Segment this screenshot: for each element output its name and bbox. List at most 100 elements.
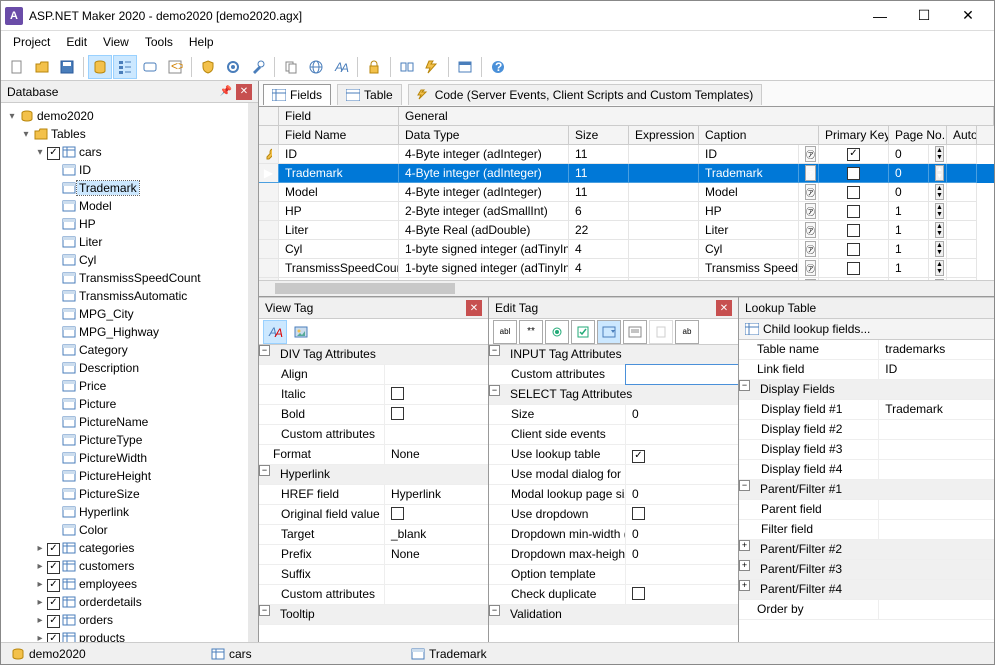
dropdown-checkbox[interactable] [632,507,645,520]
child-lookup-link[interactable]: Child lookup fields... [739,319,994,340]
status-field[interactable]: Trademark [401,647,601,661]
panel-close-icon[interactable]: ✕ [236,84,252,100]
lookup-checkbox[interactable] [632,450,645,463]
tree-table[interactable]: ▸orderdetails [5,593,248,611]
tree-field[interactable]: Description [5,359,248,377]
translate-icon[interactable]: ㋐ [805,146,816,162]
menu-help[interactable]: Help [181,33,222,51]
tree-icon[interactable] [113,55,137,79]
menu-view[interactable]: View [95,33,137,51]
tree-field[interactable]: HP [5,215,248,233]
html-icon[interactable]: <> [163,55,187,79]
tools-icon[interactable] [246,55,270,79]
col-expression[interactable]: Expression [629,126,699,144]
tree-field[interactable]: PictureType [5,431,248,449]
tab-table[interactable]: Table [337,84,402,105]
translate-icon[interactable]: ㋐ [805,203,816,219]
col-pk[interactable]: Primary Key [819,126,889,144]
col-fieldname[interactable]: Field Name [279,126,399,144]
col-datatype[interactable]: Data Type [399,126,569,144]
image-icon[interactable] [289,320,313,344]
pin-icon[interactable]: 📌 [218,84,234,100]
pk-checkbox[interactable] [847,148,860,161]
sync-icon[interactable] [395,55,419,79]
grid-row[interactable]: Model4-Byte integer (adInteger)11Model㋐0… [259,183,994,202]
format-icon[interactable]: AA [263,320,287,344]
col-caption[interactable]: Caption [699,126,819,144]
tree-field[interactable]: Color [5,521,248,539]
tree-field[interactable]: Liter [5,233,248,251]
new-icon[interactable] [5,55,29,79]
pk-checkbox[interactable] [847,205,860,218]
text-input-icon[interactable]: abl [493,320,517,344]
page-spinner[interactable]: ▲▼ [935,241,944,257]
save-icon[interactable] [55,55,79,79]
translate-icon[interactable]: ㋐ [805,184,816,200]
tree-field[interactable]: MPG_City [5,305,248,323]
database-tree[interactable]: ▾demo2020 ▾Tables ▾cars IDTrademarkModel… [1,103,258,642]
translate-icon[interactable]: ㋐ [805,241,816,257]
tree-root[interactable]: demo2020 [35,109,96,123]
col-pageno[interactable]: Page No. [889,126,947,144]
file-icon[interactable] [649,320,673,344]
tree-field[interactable]: Cyl [5,251,248,269]
col-size[interactable]: Size [569,126,629,144]
grid-row[interactable]: ID4-Byte integer (adInteger)11ID㋐0▲▼ [259,145,994,164]
open-icon[interactable] [30,55,54,79]
page-spinner[interactable]: ▲▼ [935,203,944,219]
edittag-grid[interactable]: −INPUT Tag Attributes Custom attributes … [489,345,738,642]
tab-fields[interactable]: Fields [263,84,331,105]
maximize-button[interactable]: ☐ [902,2,946,30]
tree-field[interactable]: PictureWidth [5,449,248,467]
translate-icon[interactable]: ㋐ [805,222,816,238]
lock-icon[interactable] [362,55,386,79]
tree-cars[interactable]: cars [77,145,104,159]
generate-icon[interactable] [420,55,444,79]
tree-field[interactable]: Hyperlink [5,503,248,521]
pk-checkbox[interactable] [847,262,860,275]
php-icon[interactable] [138,55,162,79]
page-spinner[interactable]: ▲▼ [935,222,944,238]
orig-checkbox[interactable] [391,507,404,520]
viewtag-grid[interactable]: −DIV Tag Attributes Align Italic Bold Cu… [259,345,488,642]
grid-row[interactable]: TransmissSpeedCount1-byte signed integer… [259,259,994,278]
status-project[interactable]: demo2020 [1,647,201,661]
browse-icon[interactable] [453,55,477,79]
tree-tables[interactable]: Tables [49,127,88,141]
edittag-close-icon[interactable]: ✕ [716,300,732,316]
pk-checkbox[interactable] [847,186,860,199]
tree-table[interactable]: ▸employees [5,575,248,593]
status-table[interactable]: cars [201,647,401,661]
security-icon[interactable] [196,55,220,79]
lookup-grid[interactable]: Table nametrademarks Link fieldID −Displ… [739,340,994,642]
dup-checkbox[interactable] [632,587,645,600]
database-icon[interactable] [88,55,112,79]
tree-field[interactable]: Model [5,197,248,215]
select-icon[interactable] [597,320,621,344]
tree-field[interactable]: ID [5,161,248,179]
checkbox-icon[interactable] [571,320,595,344]
font-icon[interactable]: AA [329,55,353,79]
textarea-icon[interactable] [623,320,647,344]
copy-icon[interactable] [279,55,303,79]
tree-field[interactable]: Trademark [5,179,248,197]
menu-tools[interactable]: Tools [137,33,181,51]
menu-edit[interactable]: Edit [58,33,95,51]
password-icon[interactable]: ** [519,320,543,344]
table-checkbox[interactable] [47,147,60,160]
grid-row[interactable]: HP2-Byte integer (adSmallInt)6HP㋐1▲▼ [259,202,994,221]
grid-row[interactable]: Cyl1-byte signed integer (adTinyInt)4Cyl… [259,240,994,259]
tree-table[interactable]: ▸categories [5,539,248,557]
bold-checkbox[interactable] [391,407,404,420]
tree-field[interactable]: Price [5,377,248,395]
gear-icon[interactable] [221,55,245,79]
hidden-icon[interactable]: ab [675,320,699,344]
page-spinner[interactable]: ▲▼ [935,184,944,200]
grid-row[interactable]: ▶Trademark4-Byte integer (adInteger)11Tr… [259,164,994,183]
pk-checkbox[interactable] [847,243,860,256]
page-spinner[interactable]: ▲▼ [935,260,944,276]
minimize-button[interactable]: — [858,2,902,30]
col-auto[interactable]: Auto [947,126,977,144]
tree-field[interactable]: Category [5,341,248,359]
tree-field[interactable]: PictureSize [5,485,248,503]
